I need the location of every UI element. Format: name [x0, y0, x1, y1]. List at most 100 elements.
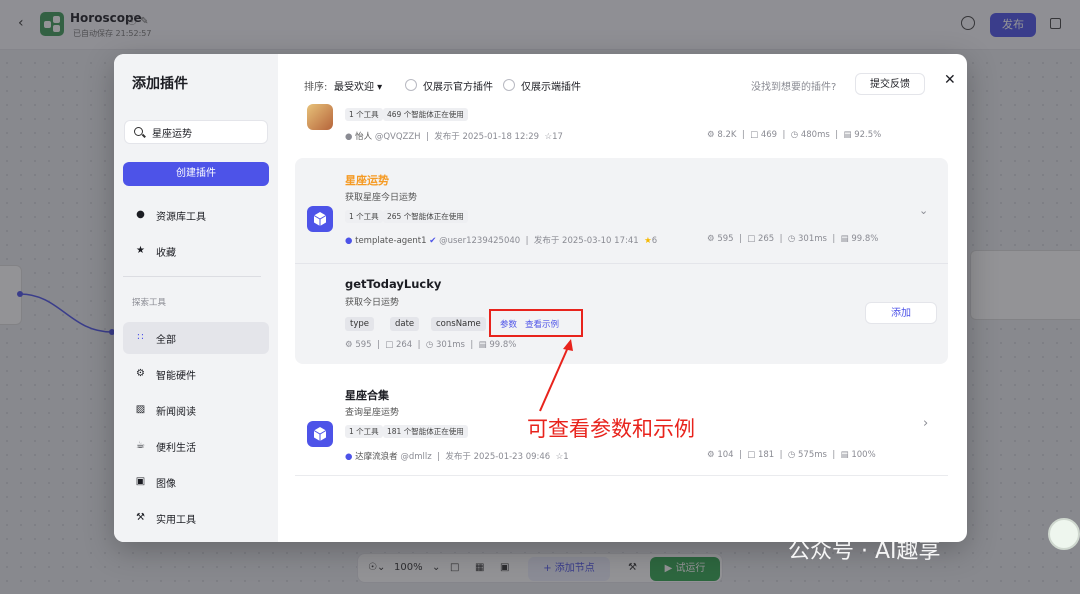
modal-title: 添加插件: [132, 76, 188, 92]
sidebar-item-favorites[interactable]: ★ 收藏: [123, 235, 269, 267]
author-handle: @user1239425040: [439, 236, 521, 246]
divider: [295, 475, 948, 476]
sidebar-item-news[interactable]: ▨ 新闻阅读: [123, 394, 269, 426]
plugin-desc: 获取星座今日运势: [345, 193, 418, 203]
latency: 575ms: [798, 450, 827, 460]
feedback-button[interactable]: 提交反馈: [855, 73, 925, 95]
sidebar-item-label: 图像: [156, 479, 176, 490]
create-plugin-button[interactable]: 创建插件: [123, 162, 269, 186]
publish-date: 发布于 2025-01-23 09:46: [445, 452, 551, 462]
plugin-stats: ⚙ 8.2K | □ 469 | ◷ 480ms | ▤ 92.5%: [707, 130, 882, 140]
close-icon[interactable]: ✕: [944, 72, 956, 88]
star-icon: ★: [644, 236, 652, 246]
device-only-radio[interactable]: [503, 79, 515, 91]
sidebar-item-library[interactable]: ● 资源库工具: [123, 199, 269, 231]
success-rate: 100%: [851, 450, 876, 460]
star-count: 6: [651, 236, 658, 246]
author-name: 怡人: [355, 132, 373, 142]
tool-name: getTodayLucky: [345, 277, 442, 291]
official-only-label[interactable]: 仅展示官方插件: [423, 78, 493, 93]
param-tag: type: [345, 317, 374, 331]
image-icon: ▣: [135, 476, 146, 487]
official-only-radio[interactable]: [405, 79, 417, 91]
plugin-name: 星座合集: [345, 389, 389, 402]
calls-count: 8.2K: [717, 130, 737, 140]
tool-stats: ⚙ 595 | □ 264 | ◷ 301ms | ▤ 99.8%: [345, 340, 517, 350]
search-input[interactable]: [152, 124, 262, 140]
plugin-logo: [307, 206, 333, 232]
book-icon: ▨: [135, 404, 146, 415]
plugin-meta: ● template-agent1 ✔ @user1239425040 | 发布…: [345, 236, 658, 246]
sidebar-item-label: 资源库工具: [156, 212, 206, 223]
avatar: ●: [345, 132, 353, 142]
author-handle: @QVQZZH: [374, 132, 421, 142]
sidebar-item-utilities[interactable]: ⚒ 实用工具: [123, 502, 269, 534]
sort-value: 最受欢迎: [334, 82, 374, 93]
users-count-tag: 181 个智能体正在使用: [383, 425, 468, 438]
sidebar-item-label: 实用工具: [156, 515, 196, 526]
plugin-scroll-area[interactable]: 1 个工具 469 个智能体正在使用 ● 怡人 @QVQZZH | 发布于 20…: [295, 104, 950, 542]
search-box[interactable]: [124, 120, 268, 144]
chevron-down-icon[interactable]: ⌄: [919, 204, 928, 217]
plugin-card[interactable]: 1 个工具 469 个智能体正在使用 ● 怡人 @QVQZZH | 发布于 20…: [295, 104, 948, 152]
bots-count: 469: [760, 130, 778, 140]
tools-count-tag: 1 个工具: [345, 425, 383, 438]
sidebar-item-all[interactable]: ∷ 全部: [123, 322, 269, 354]
device-only-label[interactable]: 仅展示端插件: [521, 78, 581, 93]
author-name: 达摩流浪者: [355, 452, 398, 462]
watermark: 公众号 · AI趣享: [788, 539, 941, 564]
calls-count: 104: [717, 450, 734, 460]
sidebar-item-label: 收藏: [156, 248, 176, 259]
user-icon: ●: [136, 209, 145, 220]
sidebar-item-life[interactable]: ☕ 便利生活: [123, 430, 269, 462]
success-rate: 99.8%: [851, 234, 879, 244]
plugin-desc: 查询星座运势: [345, 408, 400, 418]
star-count: 17: [552, 132, 563, 142]
bots-count: 265: [757, 234, 775, 244]
tools-count-tag: 1 个工具: [345, 108, 383, 121]
sidebar-item-label: 便利生活: [156, 443, 196, 454]
annotation-text: 可查看参数和示例: [527, 417, 695, 441]
bots-count: 181: [757, 450, 775, 460]
tools-count-tag: 1 个工具: [345, 210, 383, 223]
plugin-stats: ⚙ 104 | □ 181 | ◷ 575ms | ▤ 100%: [707, 450, 876, 460]
star-icon: ☆: [544, 132, 553, 142]
sidebar-item-label: 新闻阅读: [156, 407, 196, 418]
users-count-tag: 469 个智能体正在使用: [383, 108, 468, 121]
sidebar-item-label: 全部: [156, 335, 176, 346]
latency: 301ms: [436, 340, 465, 350]
add-tool-button[interactable]: 添加: [865, 302, 937, 324]
annotation-highlight-box: [489, 309, 583, 337]
chevron-right-icon[interactable]: ›: [923, 416, 928, 431]
tool-row: getTodayLucky 获取今日运势 type date consName …: [295, 264, 948, 364]
star-icon: ★: [136, 245, 145, 256]
bots-count: 264: [395, 340, 413, 350]
annotation-arrow: [539, 339, 573, 412]
avatar: ●: [345, 236, 353, 246]
plugin-stats: ⚙ 595 | □ 265 | ◷ 301ms | ▤ 99.8%: [707, 234, 879, 244]
star-count: 1: [563, 452, 569, 462]
param-tag: consName: [431, 317, 486, 331]
success-rate: 99.8%: [489, 340, 517, 350]
success-rate: 92.5%: [854, 130, 882, 140]
wrench-icon: ⚒: [136, 512, 145, 523]
sort-select[interactable]: 最受欢迎 ▾: [334, 78, 382, 93]
author-name: template-agent1: [355, 236, 427, 246]
plugin-meta: ● 怡人 @QVQZZH | 发布于 2025-01-18 12:29 ☆17: [345, 132, 563, 142]
plugin-logo: [307, 421, 333, 447]
avatar: ●: [345, 452, 353, 462]
calls-count: 595: [717, 234, 734, 244]
plugin-card-expanded[interactable]: 星座运势 获取星座今日运势 1 个工具 265 个智能体正在使用 ● templ…: [295, 158, 948, 364]
plugin-meta: ● 达摩流浪者 @dmllz | 发布于 2025-01-23 09:46 ☆1: [345, 452, 569, 462]
sidebar-item-hardware[interactable]: ⚙ 智能硬件: [123, 358, 269, 390]
cup-icon: ☕: [136, 440, 145, 451]
publish-date: 发布于 2025-03-10 17:41: [533, 236, 639, 246]
sidebar-divider: [123, 276, 261, 277]
sidebar-item-image[interactable]: ▣ 图像: [123, 466, 269, 498]
add-plugin-modal: 添加插件 创建插件 ● 资源库工具 ★ 收藏 探索工具 ∷ 全部 ⚙ 智能硬件 …: [114, 54, 967, 542]
watermark-logo: [1048, 518, 1080, 550]
author-handle: @dmllz: [400, 452, 432, 462]
sort-label: 排序:: [304, 82, 328, 93]
plugin-list-panel: 排序: 最受欢迎 ▾ 仅展示官方插件 仅展示端插件 没找到想要的插件? 提交反馈…: [278, 54, 967, 542]
modal-sidebar: 添加插件 创建插件 ● 资源库工具 ★ 收藏 探索工具 ∷ 全部 ⚙ 智能硬件 …: [114, 54, 278, 542]
